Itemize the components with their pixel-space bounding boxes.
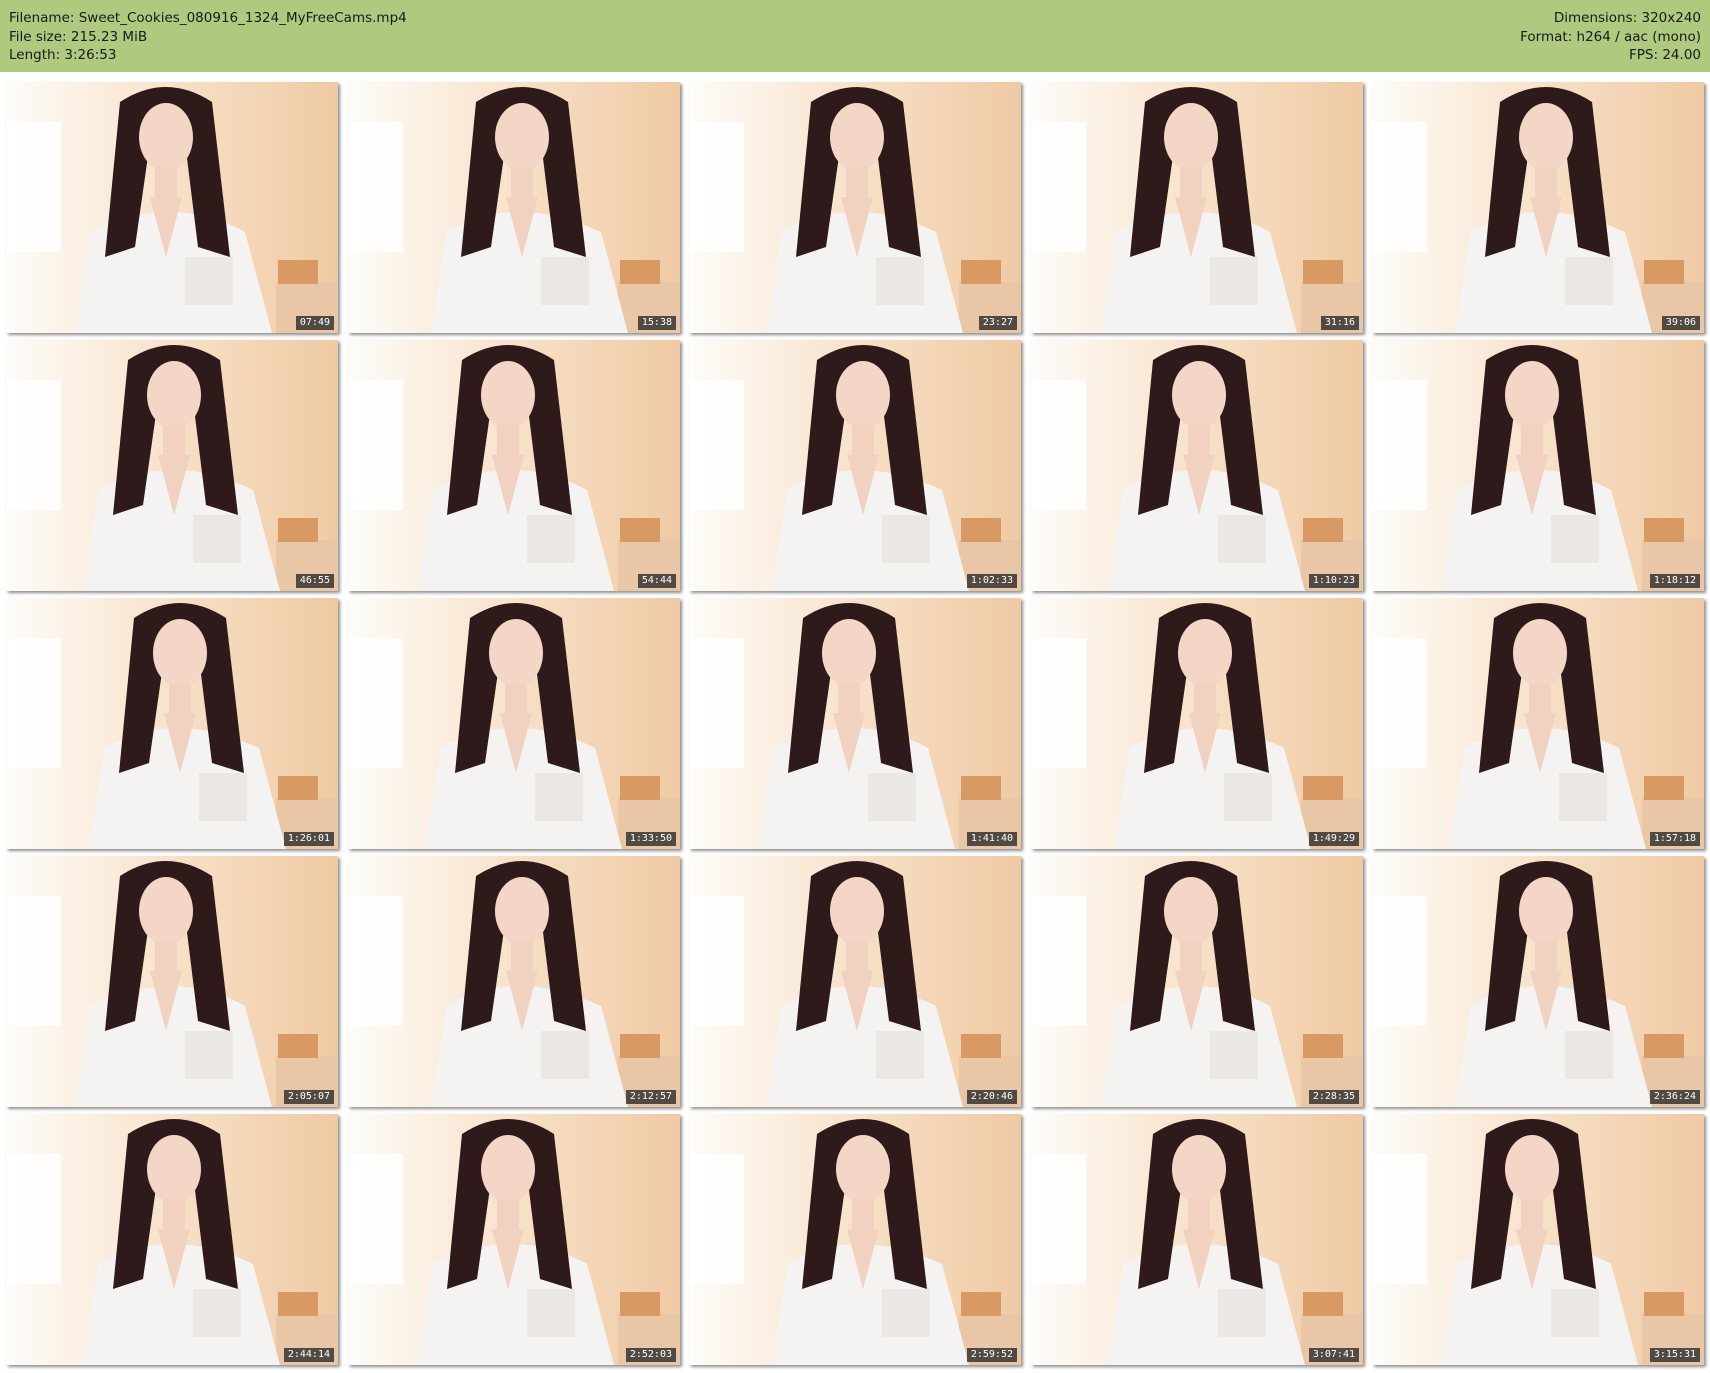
fps-text: FPS: 24.00 bbox=[1629, 47, 1701, 63]
timestamp-label: 31:16 bbox=[1320, 316, 1359, 330]
video-frame-image bbox=[6, 340, 338, 591]
video-frame-image bbox=[1031, 856, 1363, 1107]
video-frame-image bbox=[689, 82, 1021, 333]
timestamp-label: 15:38 bbox=[637, 316, 676, 330]
filesize-text: File size: 215.23 MiB bbox=[9, 28, 148, 45]
thumbnail-frame: 39:06 bbox=[1372, 82, 1704, 333]
length-text: Length: 3:26:53 bbox=[9, 47, 117, 63]
video-frame-image bbox=[6, 1114, 338, 1365]
video-frame-image bbox=[689, 598, 1021, 849]
timestamp-label: 2:44:14 bbox=[283, 1348, 334, 1362]
timestamp-label: 2:52:03 bbox=[625, 1348, 676, 1362]
thumbnail-frame: 1:10:23 bbox=[1031, 340, 1363, 591]
timestamp-label: 1:02:33 bbox=[966, 574, 1017, 588]
thumbnail-frame: 15:38 bbox=[348, 82, 680, 333]
video-frame-image bbox=[1031, 598, 1363, 849]
video-frame-image bbox=[348, 856, 680, 1107]
timestamp-label: 1:18:12 bbox=[1649, 574, 1700, 588]
video-frame-image bbox=[348, 82, 680, 333]
video-frame-image bbox=[1372, 1114, 1704, 1365]
timestamp-label: 1:10:23 bbox=[1308, 574, 1359, 588]
video-frame-image bbox=[1031, 340, 1363, 591]
timestamp-label: 1:57:18 bbox=[1649, 832, 1700, 846]
video-frame-image bbox=[1372, 856, 1704, 1107]
thumbnail-frame: 23:27 bbox=[689, 82, 1021, 333]
thumbnail-frame: 1:41:40 bbox=[689, 598, 1021, 849]
dimensions-text: Dimensions: 320x240 bbox=[1553, 10, 1701, 26]
video-frame-image bbox=[1372, 598, 1704, 849]
thumbnail-frame: 2:20:46 bbox=[689, 856, 1021, 1107]
timestamp-label: 07:49 bbox=[295, 316, 334, 330]
video-frame-image bbox=[6, 82, 338, 333]
video-frame-image bbox=[1031, 1114, 1363, 1365]
thumbnail-frame: 2:12:57 bbox=[348, 856, 680, 1107]
timestamp-label: 2:05:07 bbox=[283, 1090, 334, 1104]
timestamp-label: 54:44 bbox=[637, 574, 676, 588]
file-info-right: Dimensions: 320x240 Format: h264 / aac (… bbox=[1520, 9, 1701, 65]
thumbnail-frame: 07:49 bbox=[6, 82, 338, 333]
thumbnail-frame: 54:44 bbox=[348, 340, 680, 591]
video-frame-image bbox=[1031, 82, 1363, 333]
timestamp-label: 2:59:52 bbox=[966, 1348, 1017, 1362]
timestamp-label: 3:07:41 bbox=[1308, 1348, 1359, 1362]
video-frame-image bbox=[1372, 340, 1704, 591]
thumbnail-frame: 2:44:14 bbox=[6, 1114, 338, 1365]
thumbnail-frame: 2:36:24 bbox=[1372, 856, 1704, 1107]
timestamp-label: 23:27 bbox=[978, 316, 1017, 330]
format-text: Format: h264 / aac (mono) bbox=[1520, 28, 1701, 45]
thumbnail-frame: 2:52:03 bbox=[348, 1114, 680, 1365]
video-frame-image bbox=[6, 856, 338, 1107]
thumbnail-frame: 2:05:07 bbox=[6, 856, 338, 1107]
thumbnail-frame: 2:28:35 bbox=[1031, 856, 1363, 1107]
video-frame-image bbox=[689, 340, 1021, 591]
video-frame-image bbox=[6, 598, 338, 849]
video-frame-image bbox=[689, 1114, 1021, 1365]
thumbnail-frame: 1:26:01 bbox=[6, 598, 338, 849]
timestamp-label: 1:33:50 bbox=[625, 832, 676, 846]
thumbnail-frame: 1:49:29 bbox=[1031, 598, 1363, 849]
video-frame-image bbox=[689, 856, 1021, 1107]
timestamp-label: 39:06 bbox=[1661, 316, 1700, 330]
timestamp-label: 1:26:01 bbox=[283, 832, 334, 846]
video-frame-image bbox=[1372, 82, 1704, 333]
timestamp-label: 1:49:29 bbox=[1308, 832, 1359, 846]
thumbnail-frame: 2:59:52 bbox=[689, 1114, 1021, 1365]
thumbnail-frame: 31:16 bbox=[1031, 82, 1363, 333]
thumbnail-frame: 1:33:50 bbox=[348, 598, 680, 849]
video-frame-image bbox=[348, 340, 680, 591]
video-frame-image bbox=[348, 598, 680, 849]
timestamp-label: 2:12:57 bbox=[625, 1090, 676, 1104]
thumbnail-frame: 46:55 bbox=[6, 340, 338, 591]
timestamp-label: 2:28:35 bbox=[1308, 1090, 1359, 1104]
video-frame-image bbox=[348, 1114, 680, 1365]
filename-text: Filename: Sweet_Cookies_080916_1324_MyFr… bbox=[9, 10, 407, 26]
timestamp-label: 2:36:24 bbox=[1649, 1090, 1700, 1104]
timestamp-label: 3:15:31 bbox=[1649, 1348, 1700, 1362]
thumbnail-grid: 07:49 15:38 23:27 31:16 39:06 46:55 54:44 1:02:… bbox=[0, 82, 1710, 1373]
file-info-left: Filename: Sweet_Cookies_080916_1324_MyFr… bbox=[9, 9, 407, 65]
thumbnail-frame: 3:07:41 bbox=[1031, 1114, 1363, 1365]
timestamp-label: 46:55 bbox=[295, 574, 334, 588]
thumbnail-frame: 1:02:33 bbox=[689, 340, 1021, 591]
timestamp-label: 2:20:46 bbox=[966, 1090, 1017, 1104]
thumbnail-frame: 1:18:12 bbox=[1372, 340, 1704, 591]
thumbnail-frame: 1:57:18 bbox=[1372, 598, 1704, 849]
video-info-header: Filename: Sweet_Cookies_080916_1324_MyFr… bbox=[0, 0, 1710, 72]
thumbnail-frame: 3:15:31 bbox=[1372, 1114, 1704, 1365]
timestamp-label: 1:41:40 bbox=[966, 832, 1017, 846]
